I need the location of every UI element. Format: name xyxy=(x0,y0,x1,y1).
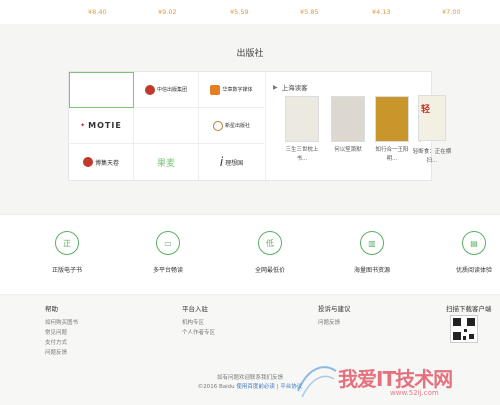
publisher-name: 博集天卷 xyxy=(94,159,119,167)
qr-code-icon[interactable] xyxy=(450,315,478,343)
copyright-text: ©2016 Baidu xyxy=(197,384,235,390)
feature-reading: ▤ 优质阅读体验 xyxy=(439,231,500,274)
book-title[interactable]: 知行合一王阳明... xyxy=(372,146,412,164)
book-price: ¥9.02 xyxy=(158,8,177,16)
publisher-cell-citic[interactable]: 中信出版集团 xyxy=(134,72,199,108)
book-card[interactable] xyxy=(375,96,409,142)
footer-link[interactable]: 机构专区 xyxy=(182,318,215,328)
feature-label: 优质阅读体验 xyxy=(455,267,492,274)
price-strip: ¥8.40 ¥9.02 ¥5.59 ¥5.85 ¥4.13 ¥7.00 xyxy=(0,0,500,24)
book-title[interactable]: 何以笙箫默 xyxy=(328,146,368,155)
footer-link[interactable]: 问题反馈 xyxy=(318,318,351,328)
book-card[interactable] xyxy=(285,96,319,142)
newstar-logo-icon xyxy=(212,120,223,131)
footer: 帮助 如何购买图书 常见问题 支付方式 问题反馈 平台入驻 机构专区 个人作者专… xyxy=(0,294,500,405)
motie-logo-icon: ✦ xyxy=(80,122,87,129)
section-title: 出版社 xyxy=(236,49,264,59)
feature-section: 正 正版电子书 ▭ 多平台畅读 低 全网最低价 ▥ 海量图书资源 ▤ 优质阅读体… xyxy=(0,214,500,294)
book-price: ¥7.00 xyxy=(442,8,461,16)
publisher-cell-guomai[interactable]: 果麦 xyxy=(134,144,199,180)
footer-heading: 扫描下载客户端 xyxy=(446,305,492,313)
footer-link[interactable]: 个人作者专区 xyxy=(182,328,215,338)
lixiangguo-logo-icon: i xyxy=(219,155,224,169)
publisher-grid: 中信出版集团 华章数字媒体 ✦ MOTIE 新星出版社 博集天卷 果麦 i 理想国 xyxy=(69,72,265,182)
huazhang-logo-icon xyxy=(210,84,221,95)
genuine-icon: 正 xyxy=(55,231,79,255)
book-cover[interactable] xyxy=(331,96,365,142)
publisher-panel: 中信出版集团 华章数字媒体 ✦ MOTIE 新星出版社 博集天卷 果麦 i 理想国 xyxy=(68,71,432,182)
book-cover[interactable] xyxy=(285,96,319,142)
book-price: ¥5.59 xyxy=(230,8,249,16)
book-price: ¥8.40 xyxy=(88,8,107,16)
publisher-name: MOTIE xyxy=(88,121,122,130)
footer-link[interactable]: 问题反馈 xyxy=(45,348,78,358)
publisher-section: 出版社 中信出版集团 华章数字媒体 ✦MOTIE 新星出版社 博集天卷 果麦 xyxy=(0,24,500,214)
lowest-price-icon: 低 xyxy=(258,231,282,255)
publisher-name: 理想国 xyxy=(225,159,244,167)
book-price: ¥5.85 xyxy=(300,8,319,16)
watermark-url: www.52ij.com xyxy=(390,389,439,397)
feature-multi-device: ▭ 多平台畅读 xyxy=(133,231,203,274)
book-cover[interactable]: 轻 xyxy=(418,95,446,141)
footer-heading: 帮助 xyxy=(45,305,58,313)
footer-heading: 平台入驻 xyxy=(182,305,208,313)
feature-label: 正版电子书 xyxy=(51,267,82,274)
footer-heading: 投诉与建议 xyxy=(318,305,351,313)
footer-link[interactable]: 使用百度前必读 xyxy=(236,384,275,390)
book-cover-title: 轻 xyxy=(421,105,431,115)
feature-lowest-price: 低 全网最低价 xyxy=(235,231,305,274)
footer-link[interactable]: 如何购买图书 xyxy=(45,318,78,328)
publisher-cell-motie[interactable]: ✦ MOTIE xyxy=(69,108,134,144)
arrow-right-icon: ▶ xyxy=(273,83,278,91)
feature-label: 多平台畅读 xyxy=(152,267,183,274)
feature-label: 全网最低价 xyxy=(254,267,285,274)
book-title[interactable]: 三生三世枕上书... xyxy=(282,146,322,164)
publisher-cell-huazhang[interactable]: 华章数字媒体 xyxy=(199,72,264,108)
footer-complaint: 投诉与建议 问题反馈 xyxy=(318,303,351,328)
library-icon: ▥ xyxy=(360,231,384,255)
publisher-cell-bojitianjuan[interactable]: 博集天卷 xyxy=(69,144,134,180)
publisher-name: 中信出版集团 xyxy=(156,87,187,93)
footer-help: 帮助 如何购买图书 常见问题 支付方式 问题反馈 xyxy=(45,303,78,358)
book-cover[interactable] xyxy=(375,96,409,142)
feature-genuine: 正 正版电子书 xyxy=(32,231,102,274)
bojitianjuan-logo-icon xyxy=(82,157,93,167)
book-price: ¥4.13 xyxy=(372,8,391,16)
watermark-swoosh-icon xyxy=(297,366,337,398)
feature-label: 海量图书资源 xyxy=(353,267,390,274)
watermark-text: 我爱IT技术网 xyxy=(338,367,453,391)
footer-link[interactable]: 常见问题 xyxy=(45,328,78,338)
publisher-detail-header: ▶ 上海读客 xyxy=(273,82,308,93)
publisher-cell-lixiangguo[interactable]: i 理想国 xyxy=(199,144,264,180)
publisher-name: 华章数字媒体 xyxy=(222,87,253,93)
book-card[interactable] xyxy=(331,96,365,142)
publisher-cell-empty[interactable] xyxy=(134,108,199,144)
multi-device-icon: ▭ xyxy=(156,231,180,255)
publisher-cell-newstar[interactable]: 新星出版社 xyxy=(199,108,264,144)
guomai-logo-icon: 果麦 xyxy=(156,158,175,169)
watermark: 我爱IT技术网 www.52ij.com xyxy=(294,361,494,401)
footer-link[interactable]: 支付方式 xyxy=(45,338,78,348)
reading-icon: ▤ xyxy=(462,231,486,255)
divider xyxy=(265,72,266,182)
citic-logo-icon xyxy=(144,84,155,95)
publisher-name: 新星出版社 xyxy=(224,123,250,129)
publisher-cell-empty[interactable] xyxy=(69,72,134,108)
publisher-detail-title: 上海读客 xyxy=(281,84,308,92)
footer-platform: 平台入驻 机构专区 个人作者专区 xyxy=(182,303,215,338)
book-title[interactable]: 轻断食：正在横扫... xyxy=(412,148,452,166)
feature-library: ▥ 海量图书资源 xyxy=(337,231,407,274)
